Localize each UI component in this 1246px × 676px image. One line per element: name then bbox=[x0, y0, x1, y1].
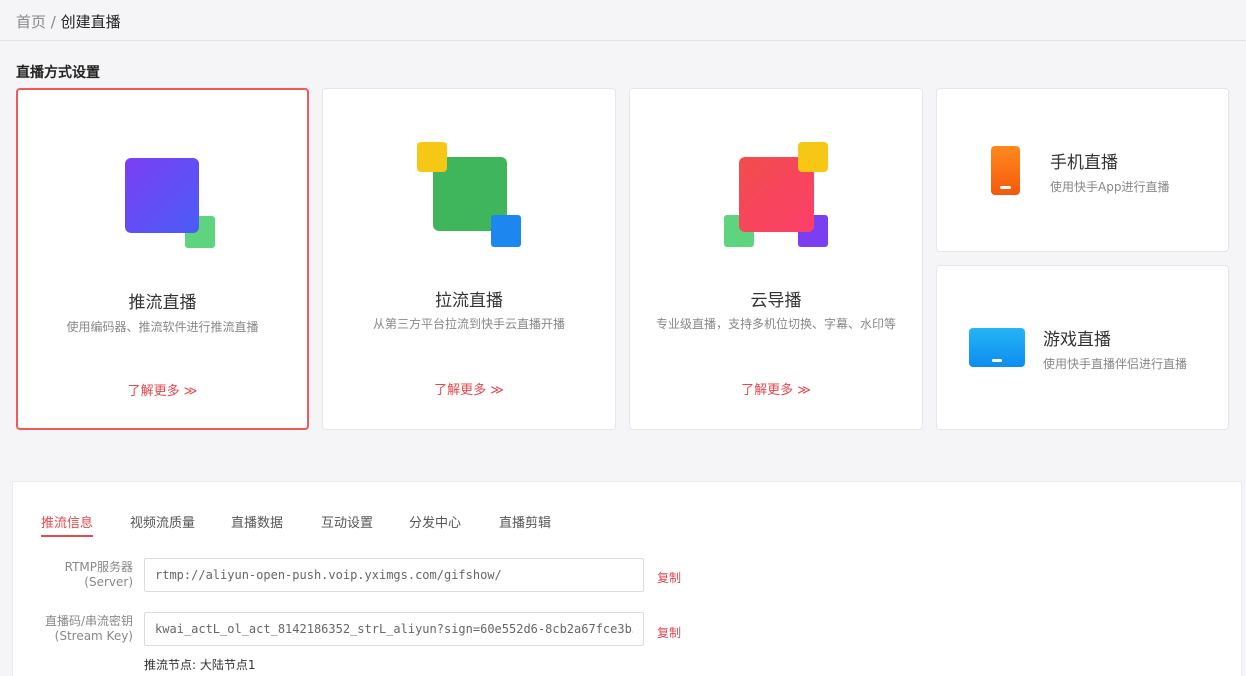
cloud-director-icon bbox=[724, 142, 830, 248]
card-title: 推流直播 bbox=[128, 293, 197, 313]
tab-live-data[interactable]: 直播数据 bbox=[231, 512, 283, 531]
header-divider bbox=[0, 40, 1246, 41]
pull-stream-icon bbox=[417, 142, 523, 248]
card-game-live[interactable]: 游戏直播 使用快手直播伴侣进行直播 bbox=[936, 265, 1229, 430]
card-title: 游戏直播 bbox=[1043, 330, 1111, 350]
card-desc: 使用快手App进行直播 bbox=[1050, 180, 1170, 194]
breadcrumb-separator: / bbox=[46, 13, 61, 31]
card-mobile-live[interactable]: 手机直播 使用快手App进行直播 bbox=[936, 88, 1229, 252]
stream-key-label: 直播码/串流密钥 (Stream Key) bbox=[13, 614, 133, 644]
stream-key-input[interactable] bbox=[144, 612, 644, 646]
learn-more-link[interactable]: 了解更多 ≫ bbox=[18, 380, 307, 399]
card-desc: 从第三方平台拉流到快手云直播开播 bbox=[372, 317, 565, 331]
server-label: RTMP服务器 (Server) bbox=[13, 560, 133, 590]
section-title: 直播方式设置 bbox=[16, 65, 100, 81]
copy-server-button[interactable]: 复制 bbox=[657, 569, 681, 586]
breadcrumb: 首页 / 创建直播 bbox=[16, 11, 121, 32]
card-desc: 专业级直播，支持多机位切换、字幕、水印等 bbox=[655, 317, 896, 331]
card-push-stream[interactable]: 推流直播 使用编码器、推流软件进行推流直播 了解更多 ≫ bbox=[16, 88, 309, 430]
breadcrumb-current: 创建直播 bbox=[60, 13, 121, 31]
learn-more-link[interactable]: 了解更多 ≫ bbox=[630, 379, 922, 398]
server-input[interactable] bbox=[144, 558, 644, 592]
tab-live-clipping[interactable]: 直播剪辑 bbox=[499, 512, 551, 531]
tab-distribution-center[interactable]: 分发中心 bbox=[409, 512, 461, 531]
card-title: 云导播 bbox=[750, 291, 802, 311]
server-label-sub: (Server) bbox=[84, 575, 133, 589]
card-desc: 使用编码器、推流软件进行推流直播 bbox=[66, 320, 259, 334]
push-stream-icon bbox=[125, 158, 215, 250]
tab-interaction-settings[interactable]: 互动设置 bbox=[321, 512, 373, 531]
card-desc: 使用快手直播伴侣进行直播 bbox=[1043, 357, 1188, 371]
server-label-text: RTMP服务器 bbox=[64, 560, 133, 574]
card-title: 拉流直播 bbox=[435, 291, 503, 311]
card-cloud-director[interactable]: 云导播 专业级直播，支持多机位切换、字幕、水印等 了解更多 ≫ bbox=[629, 88, 923, 430]
stream-key-label-text: 直播码/串流密钥 bbox=[44, 614, 133, 628]
learn-more-link[interactable]: 了解更多 ≫ bbox=[323, 379, 615, 398]
push-node-info: 推流节点: 大陆节点1 bbox=[144, 658, 256, 672]
copy-stream-key-button[interactable]: 复制 bbox=[657, 624, 681, 641]
card-pull-stream[interactable]: 拉流直播 从第三方平台拉流到快手云直播开播 了解更多 ≫ bbox=[322, 88, 616, 430]
tab-push-info[interactable]: 推流信息 bbox=[41, 512, 94, 537]
tab-video-quality[interactable]: 视频流质量 bbox=[130, 512, 195, 531]
breadcrumb-home[interactable]: 首页 bbox=[16, 13, 46, 31]
mobile-phone-icon bbox=[991, 146, 1020, 195]
stream-key-label-sub: (Stream Key) bbox=[54, 629, 133, 643]
card-title: 手机直播 bbox=[1050, 153, 1118, 173]
game-screen-icon bbox=[969, 328, 1025, 367]
stream-info-panel: 推流信息 视频流质量 直播数据 互动设置 分发中心 直播剪辑 RTMP服务器 (… bbox=[12, 481, 1242, 676]
